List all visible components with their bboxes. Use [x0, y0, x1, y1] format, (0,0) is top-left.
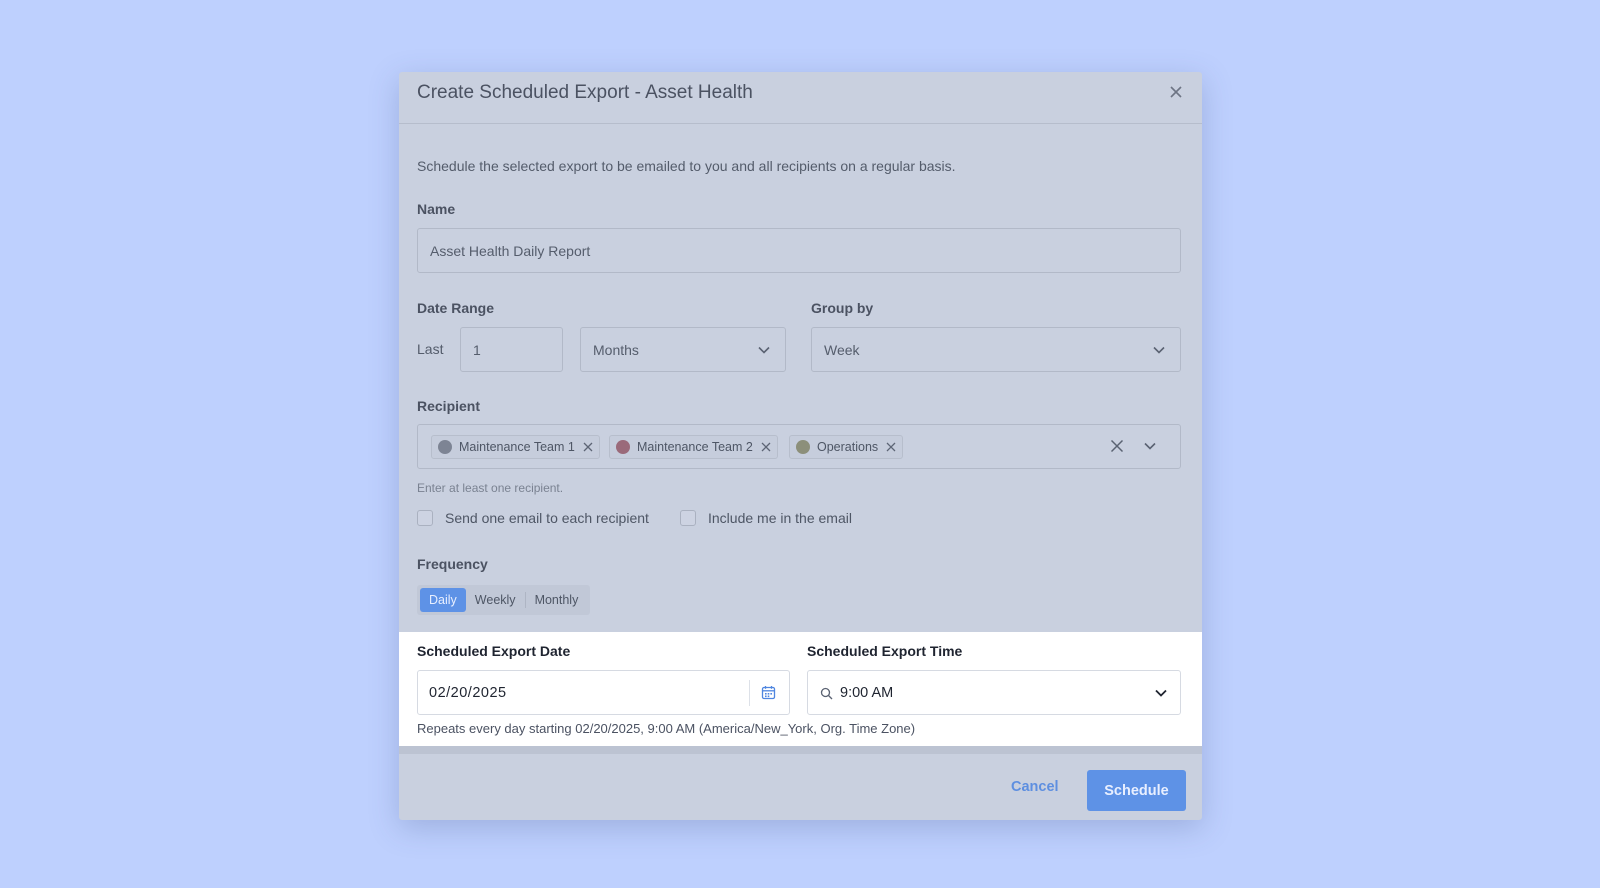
- divider: [399, 746, 1202, 754]
- send-each-checkbox[interactable]: [417, 510, 433, 526]
- frequency-label: Frequency: [417, 556, 488, 572]
- schedule-section: Scheduled Export Date 02/20/2025 Schedul…: [399, 632, 1202, 746]
- frequency-segmented-control: Daily Weekly Monthly: [417, 585, 591, 615]
- date-range-unit-select[interactable]: Months: [580, 327, 786, 372]
- search-icon: [820, 687, 833, 700]
- chevron-down-icon[interactable]: [1143, 439, 1157, 453]
- send-each-label: Send one email to each recipient: [445, 510, 649, 526]
- frequency-tab-monthly[interactable]: Monthly: [526, 588, 588, 612]
- close-icon[interactable]: [1167, 83, 1185, 101]
- recipient-chip: Maintenance Team 2: [609, 435, 778, 459]
- remove-icon[interactable]: [583, 442, 593, 452]
- schedule-note: Repeats every day starting 02/20/2025, 9…: [417, 721, 916, 736]
- recipient-select[interactable]: Maintenance Team 1 Maintenance Team 2 Op…: [417, 424, 1181, 469]
- export-date-value: 02/20/2025: [429, 684, 507, 701]
- recipient-chip: Operations: [789, 435, 904, 459]
- frequency-tab-weekly[interactable]: Weekly: [466, 588, 525, 612]
- clear-icon[interactable]: [1110, 439, 1124, 453]
- recipient-chip-label: Maintenance Team 2: [637, 440, 753, 454]
- name-input-value: Asset Health Daily Report: [430, 242, 591, 259]
- group-by-value: Week: [824, 341, 860, 358]
- export-time-label: Scheduled Export Time: [807, 643, 963, 659]
- name-input[interactable]: Asset Health Daily Report: [417, 228, 1181, 273]
- recipient-chip: Maintenance Team 1: [431, 435, 600, 459]
- date-range-amount-value: 1: [473, 341, 481, 358]
- recipient-hint: Enter at least one recipient.: [417, 481, 564, 495]
- divider: [749, 680, 750, 706]
- include-me-option[interactable]: Include me in the email: [680, 510, 852, 526]
- group-by-select[interactable]: Week: [811, 327, 1181, 372]
- export-time-select[interactable]: 9:00 AM: [807, 670, 1181, 715]
- modal-description: Schedule the selected export to be email…: [417, 158, 956, 174]
- chevron-down-icon[interactable]: [1154, 686, 1168, 700]
- recipient-label: Recipient: [417, 398, 481, 414]
- name-label: Name: [417, 201, 456, 217]
- export-date-label: Scheduled Export Date: [417, 643, 571, 659]
- calendar-icon[interactable]: [761, 685, 776, 700]
- group-by-label: Group by: [811, 300, 874, 316]
- cancel-button[interactable]: Cancel: [1011, 779, 1059, 795]
- frequency-tab-daily[interactable]: Daily: [420, 588, 466, 612]
- modal-header: Create Scheduled Export - Asset Health: [399, 72, 1202, 124]
- recipient-chip-label: Maintenance Team 1: [459, 440, 575, 454]
- remove-icon[interactable]: [761, 442, 771, 452]
- chevron-down-icon: [758, 346, 770, 354]
- scheduled-export-modal: Create Scheduled Export - Asset Health S…: [399, 72, 1202, 820]
- chevron-down-icon: [1153, 346, 1165, 354]
- send-each-option[interactable]: Send one email to each recipient: [417, 510, 649, 526]
- schedule-button[interactable]: Schedule: [1087, 770, 1186, 811]
- modal-title: Create Scheduled Export - Asset Health: [417, 82, 753, 103]
- remove-icon[interactable]: [886, 442, 896, 452]
- recipient-chip-label: Operations: [817, 440, 879, 454]
- include-me-checkbox[interactable]: [680, 510, 696, 526]
- avatar: [438, 440, 452, 454]
- date-range-label: Date Range: [417, 300, 495, 316]
- date-range-unit-value: Months: [593, 341, 639, 358]
- export-date-input[interactable]: 02/20/2025: [417, 670, 790, 715]
- date-range-amount-input[interactable]: 1: [460, 327, 563, 372]
- include-me-label: Include me in the email: [708, 510, 852, 526]
- avatar: [796, 440, 810, 454]
- date-range-prefix: Last: [417, 341, 444, 357]
- avatar: [616, 440, 630, 454]
